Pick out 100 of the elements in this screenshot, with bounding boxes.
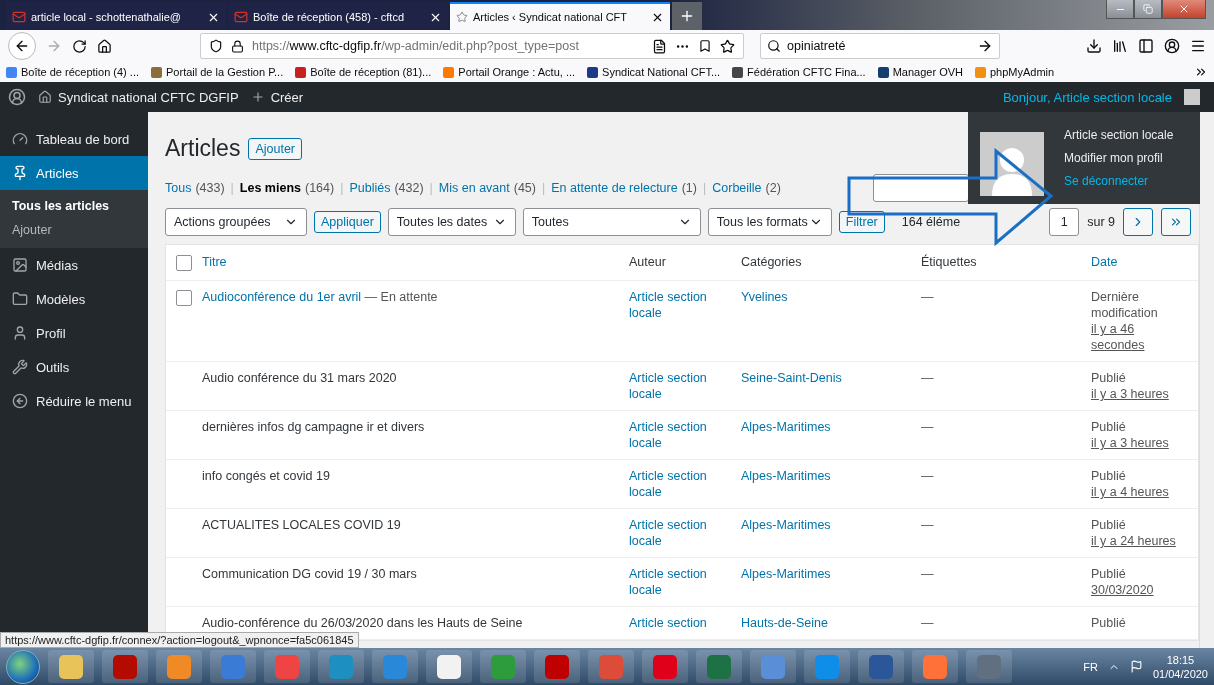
flag-icon[interactable]	[1129, 660, 1143, 673]
item-count: 164 éléme	[901, 215, 961, 229]
separator: |	[230, 181, 234, 195]
bookmark-item[interactable]: Manager OVH	[877, 66, 963, 78]
add-button[interactable]: Ajouter	[248, 137, 302, 160]
tags-cell: —	[921, 616, 934, 630]
download-icon[interactable]	[1086, 38, 1102, 54]
library-icon[interactable]	[1112, 38, 1128, 54]
reader-icon[interactable]	[652, 38, 667, 54]
category-link[interactable]: Yvelines	[741, 290, 788, 304]
bookmark-item[interactable]: Fédération CFTC Fina...	[732, 66, 866, 78]
bookmark-icon[interactable]	[698, 39, 712, 53]
bookmark-item[interactable]: Boîte de réception (4) ...	[6, 66, 139, 78]
app-icon	[491, 654, 515, 679]
browser-tab[interactable]: Boîte de réception (458) - cftcd	[228, 2, 448, 30]
author-link[interactable]: Article section locale	[629, 468, 731, 500]
taskbar-app[interactable]	[858, 650, 904, 683]
new-link[interactable]: Créer	[250, 89, 304, 105]
go-icon[interactable]	[977, 38, 993, 54]
author-link[interactable]: Article section locale	[629, 566, 731, 598]
separator: |	[429, 181, 433, 195]
account-icon[interactable]	[1164, 38, 1180, 54]
app-icon	[977, 654, 1001, 679]
author-link[interactable]: Article section locale	[629, 517, 731, 549]
apply-button[interactable]: Appliquer	[314, 211, 381, 233]
start-button[interactable]	[6, 649, 40, 684]
separator: |	[340, 181, 344, 195]
search-input[interactable]	[873, 174, 969, 202]
status-text: Publié	[1091, 419, 1127, 435]
category-link[interactable]: Alpes-Maritimes	[741, 567, 831, 581]
greeting-link[interactable]: Bonjour, Article section locale	[1002, 89, 1172, 105]
bookmark-item[interactable]: Boîte de réception (81)...	[295, 66, 432, 78]
user-menu-link[interactable]: Se déconnecter	[1064, 174, 1174, 188]
checkbox[interactable]	[176, 290, 192, 306]
filter-link[interactable]: Mis en avant	[438, 181, 510, 195]
menu-item[interactable]: Réduire le menu	[0, 384, 148, 418]
submenu-item[interactable]: Ajouter	[0, 218, 148, 242]
filter-link[interactable]: Publiés	[349, 181, 391, 195]
category-link[interactable]: Hauts-de-Seine	[741, 616, 828, 630]
minimize-button[interactable]	[1106, 0, 1134, 19]
browser-tab[interactable]: Articles ‹ Syndicat national CFT	[450, 2, 670, 30]
browser-tab[interactable]: article local - schottenathalie@	[6, 2, 226, 30]
menu-item[interactable]: Articles	[0, 156, 148, 190]
last-page-button[interactable]	[1161, 208, 1191, 236]
format-select[interactable]: Tous les formats	[707, 208, 832, 236]
post-title: Communication DG covid 19 / 30 mars	[202, 567, 417, 581]
category-select[interactable]: Toutes	[522, 208, 701, 236]
filter-link[interactable]: Corbeille	[712, 181, 762, 195]
bookmark-item[interactable]: Syndicat National CFT...	[587, 66, 721, 78]
menu-item[interactable]: Outils	[0, 350, 148, 384]
bookmark-item[interactable]: phpMyAdmin	[975, 66, 1055, 78]
taskbar-app[interactable]	[48, 650, 94, 683]
menu-item[interactable]: Tableau de bord	[0, 122, 148, 156]
reload-icon[interactable]	[72, 38, 87, 54]
category-link[interactable]: Alpes-Maritimes	[741, 469, 831, 483]
author-link[interactable]: Article section locale	[629, 289, 731, 321]
search-field[interactable]: opiniatreté	[760, 33, 1000, 59]
menu-item[interactable]: Profil	[0, 316, 148, 350]
category-link[interactable]: Alpes-Maritimes	[741, 518, 831, 532]
submenu-item[interactable]: Tous les articles	[0, 194, 148, 218]
overflow-icon[interactable]	[1194, 65, 1208, 79]
address-field[interactable]: https://www.cftc-dgfip.fr/wp-admin/edit.php?post_type=post	[200, 33, 744, 59]
bookmark-item[interactable]: Portail de la Gestion P...	[151, 66, 284, 78]
bulk-action-select[interactable]: Actions groupées	[165, 208, 307, 236]
menu-item[interactable]: Modèles	[0, 282, 148, 316]
dashboard-icon	[12, 131, 28, 147]
category-link[interactable]: Seine-Saint-Denis	[741, 371, 842, 385]
menu-icon[interactable]	[1190, 38, 1206, 54]
status-url: https://www.cftc-dgfip.fr/connex/?action=logout&_wpnonce=fa5c061845	[0, 632, 359, 648]
filter-link[interactable]: Les miens	[239, 181, 301, 195]
sidebar-icon[interactable]	[1138, 38, 1154, 54]
restore-button[interactable]	[1134, 0, 1162, 19]
menu-item[interactable]: Médias	[0, 248, 148, 282]
page-input[interactable]: 1	[1049, 208, 1080, 236]
pin-icon	[12, 165, 28, 181]
date-select[interactable]: Toutes les dates	[387, 208, 516, 236]
next-page-button[interactable]	[1123, 208, 1153, 236]
bookmark-favicon-icon	[6, 66, 17, 78]
author-link[interactable]: Article section	[629, 615, 731, 631]
star-icon[interactable]	[720, 38, 735, 54]
taskbar-app[interactable]	[912, 650, 958, 683]
user-menu-link[interactable]: Modifier mon profil	[1064, 151, 1174, 165]
language-indicator[interactable]: FR	[1083, 660, 1098, 673]
filter-link[interactable]: Tous	[165, 181, 192, 195]
back-button[interactable]	[8, 32, 36, 60]
checkbox[interactable]	[176, 255, 192, 271]
author-link[interactable]: Article section locale	[629, 370, 731, 402]
site-link[interactable]: Syndicat national CFTC DGFIP	[38, 89, 239, 105]
new-tab-button[interactable]	[672, 2, 702, 30]
author-link[interactable]: Article section locale	[629, 419, 731, 451]
bookmark-favicon-icon	[975, 66, 986, 78]
home-icon[interactable]	[97, 38, 112, 54]
filter-link[interactable]: En attente de relecture	[551, 181, 678, 195]
bookmark-item[interactable]: Portail Orange : Actu, ...	[443, 66, 576, 78]
taskbar-app[interactable]	[156, 650, 202, 683]
close-button[interactable]	[1162, 0, 1206, 19]
post-title-link[interactable]: Audioconférence du 1er avril	[202, 290, 362, 304]
user-menu-link[interactable]: Article section locale	[1064, 128, 1174, 142]
category-link[interactable]: Alpes-Maritimes	[741, 420, 831, 434]
taskbar-app[interactable]	[426, 650, 472, 683]
